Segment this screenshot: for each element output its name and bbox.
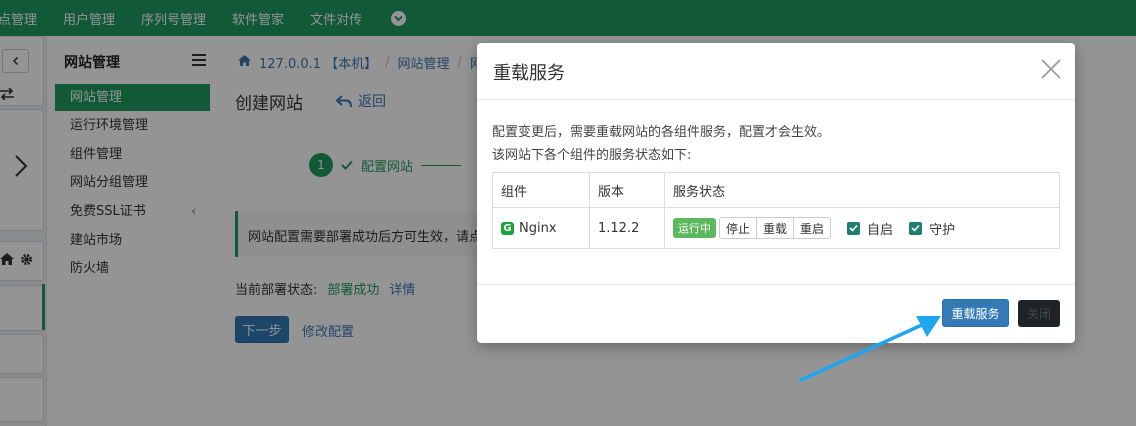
- cell-component: G Nginx: [492, 207, 590, 249]
- reload-button[interactable]: 重载: [757, 217, 795, 239]
- dialog-footer-divider: [477, 284, 1075, 285]
- nginx-logo-icon: G: [501, 221, 514, 235]
- component-name: Nginx: [519, 220, 557, 236]
- close-button[interactable]: 关闭: [1018, 300, 1060, 327]
- column-header-service-status: 服务状态: [664, 172, 1060, 208]
- dialog-description: 配置变更后，需要重载网站的各组件服务，配置才会生效。 该网站下各个组件的服务状态…: [492, 121, 830, 167]
- description-line-1: 配置变更后，需要重载网站的各组件服务，配置才会生效。: [492, 125, 831, 140]
- table-header-row: 组件 版本 服务状态: [492, 172, 1060, 208]
- stop-button[interactable]: 停止: [719, 217, 758, 239]
- checkbox-checked-icon: [909, 221, 923, 235]
- autostart-checkbox[interactable]: 自启: [847, 219, 893, 238]
- service-controls: 运行中 停止 重载 重启 自启 守护: [673, 217, 1051, 239]
- status-badge: 运行中: [673, 218, 716, 238]
- guard-label: 守护: [929, 222, 956, 238]
- column-header-component: 组件: [492, 172, 590, 208]
- restart-button[interactable]: 重启: [794, 217, 832, 239]
- dialog-header-divider: [477, 99, 1075, 100]
- dialog-title: 重载服务: [493, 63, 565, 84]
- cell-service-status: 运行中 停止 重载 重启 自启 守护: [664, 207, 1060, 249]
- description-line-2: 该网站下各个组件的服务状态如下:: [492, 148, 692, 163]
- column-header-version: 版本: [589, 172, 665, 208]
- cell-version: 1.12.2: [589, 207, 665, 249]
- service-action-group: 停止 重载 重启: [719, 217, 832, 239]
- guard-checkbox[interactable]: 守护: [909, 219, 955, 238]
- reload-service-dialog: 重载服务 配置变更后，需要重载网站的各组件服务，配置才会生效。 该网站下各个组件…: [477, 43, 1075, 343]
- autostart-label: 自启: [867, 222, 894, 238]
- checkbox-checked-icon: [847, 221, 861, 235]
- table-row: G Nginx 1.12.2 运行中 停止 重载 重启 自启 守护: [492, 207, 1060, 249]
- close-icon[interactable]: [1041, 59, 1061, 83]
- service-status-table: 组件 版本 服务状态 G Nginx 1.12.2 运行中 停止 重载 重启 自…: [492, 172, 1060, 249]
- nginx-component: G Nginx: [501, 221, 581, 236]
- reload-service-button[interactable]: 重载服务: [942, 299, 1009, 327]
